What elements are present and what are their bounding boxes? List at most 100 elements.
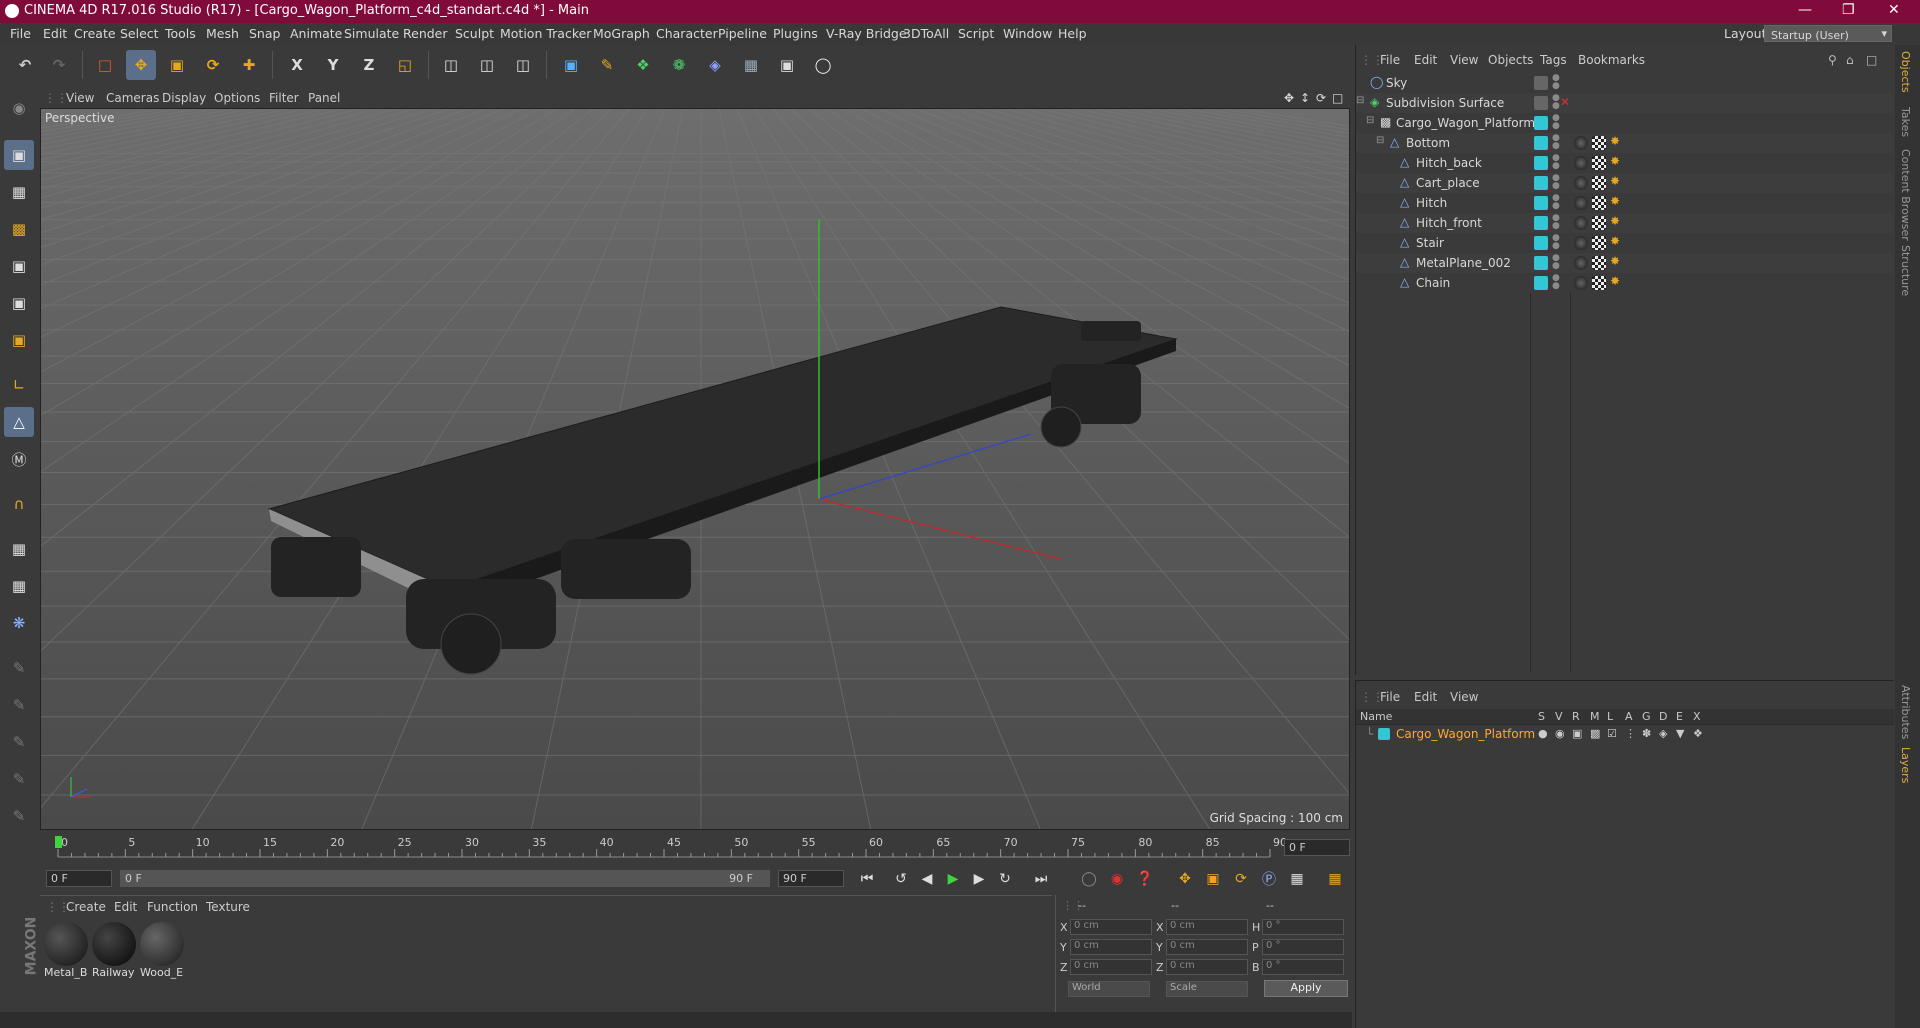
layer-locked-icon[interactable]: ☑ xyxy=(1607,727,1617,740)
uvw-tag-icon[interactable] xyxy=(1592,196,1606,210)
object-name[interactable]: Cart_place xyxy=(1416,176,1480,190)
viewport-menu-display[interactable]: Display xyxy=(162,91,206,105)
tab-takes[interactable]: Takes xyxy=(1899,107,1912,137)
viewport-menu-filter[interactable]: Filter xyxy=(269,91,299,105)
disabled-x-icon[interactable]: ✕ xyxy=(1560,95,1570,109)
layer-name[interactable]: Cargo_Wagon_Platform xyxy=(1396,727,1535,741)
menu-window[interactable]: Window xyxy=(1003,26,1052,41)
key-parameter-icon[interactable]: Ⓟ xyxy=(1258,868,1280,890)
object-row[interactable]: ⊟ ◈ Subdivision Surface ● ● ✕ xyxy=(1356,93,1894,113)
material-tag-icon[interactable] xyxy=(1574,216,1588,230)
size-mode-select[interactable]: Scale xyxy=(1166,981,1248,997)
phong-tag-icon[interactable]: ✸ xyxy=(1610,234,1620,248)
material-swatch[interactable] xyxy=(92,922,136,966)
visibility-dots-icon[interactable]: ● ● xyxy=(1552,134,1560,151)
current-frame-field[interactable]: 0 F xyxy=(1284,839,1350,856)
go-to-start-icon[interactable]: ⏮ xyxy=(856,868,878,890)
menu-character[interactable]: Character xyxy=(656,26,718,41)
points-mode-icon[interactable]: ▣ xyxy=(4,251,34,281)
render-picture-viewer-icon[interactable]: ◫ xyxy=(472,50,502,80)
transform-icon[interactable]: ✚ xyxy=(234,50,264,80)
cloner-icon[interactable]: ❁ xyxy=(664,50,694,80)
uvw-tag-icon[interactable] xyxy=(1592,236,1606,250)
lock-grid-icon[interactable]: ▦ xyxy=(4,534,34,564)
layer-none-icon[interactable] xyxy=(1534,96,1548,110)
coordinate-system-icon[interactable]: ◱ xyxy=(390,50,420,80)
uvw-tag-icon[interactable] xyxy=(1592,256,1606,270)
phong-tag-icon[interactable]: ✸ xyxy=(1610,214,1620,228)
material-tag-icon[interactable] xyxy=(1574,236,1588,250)
brush-settings-icon[interactable]: ✎ xyxy=(4,764,34,794)
object-row[interactable]: △ Hitch_front ● ● ✸ xyxy=(1356,213,1894,233)
rotate-view-icon[interactable]: ⟳ xyxy=(1316,91,1326,105)
menu-file[interactable]: File xyxy=(10,26,31,41)
layer-color-icon[interactable] xyxy=(1534,236,1548,250)
maximize-view-icon[interactable]: □ xyxy=(1332,91,1343,105)
rotate-icon[interactable]: ⟳ xyxy=(198,50,228,80)
uvw-tag-icon[interactable] xyxy=(1592,216,1606,230)
tab-structure[interactable]: Structure xyxy=(1899,245,1912,296)
next-key-icon[interactable]: ↻ xyxy=(994,868,1016,890)
edit-render-settings-icon[interactable]: ◫ xyxy=(508,50,538,80)
object-row[interactable]: △ Hitch ● ● ✸ xyxy=(1356,193,1894,213)
size-y-field[interactable]: 0 cm xyxy=(1166,939,1248,955)
layer-xref-icon[interactable]: ❖ xyxy=(1693,727,1703,740)
apply-button[interactable]: Apply xyxy=(1264,980,1348,997)
visibility-dots-icon[interactable]: ● ● xyxy=(1552,174,1560,191)
layer-solo-icon[interactable]: ● xyxy=(1538,727,1548,740)
uvw-tag-icon[interactable] xyxy=(1592,276,1606,290)
menu-tools[interactable]: Tools xyxy=(165,26,196,41)
menu-3dtoall[interactable]: 3DToAll xyxy=(903,26,949,41)
object-name[interactable]: Subdivision Surface xyxy=(1386,96,1504,110)
brush-icon[interactable]: ✎ xyxy=(4,653,34,683)
brush-r-icon[interactable]: ✎ xyxy=(4,727,34,757)
menu-snap[interactable]: Snap xyxy=(249,26,280,41)
menu-script[interactable]: Script xyxy=(958,26,994,41)
objects-menu-file[interactable]: File xyxy=(1380,53,1400,67)
object-row[interactable]: △ Hitch_back ● ● ✸ xyxy=(1356,153,1894,173)
search-icon[interactable]: ⚲ xyxy=(1828,53,1837,67)
menu-animate[interactable]: Animate xyxy=(290,26,342,41)
make-editable-icon[interactable]: ◉ xyxy=(4,93,34,123)
rotation-b-field[interactable]: 0 ° xyxy=(1262,959,1344,975)
light-icon[interactable]: ◯ xyxy=(808,50,838,80)
object-name[interactable]: Chain xyxy=(1416,276,1450,290)
layer-color-icon[interactable] xyxy=(1534,216,1548,230)
visibility-dots-icon[interactable]: ● ● xyxy=(1552,214,1560,231)
objects-menu-tags[interactable]: Tags xyxy=(1540,53,1567,67)
visibility-dots-icon[interactable]: ● ● xyxy=(1552,194,1560,211)
visibility-dots-icon[interactable]: ● ● xyxy=(1552,254,1560,271)
phong-tag-icon[interactable]: ✸ xyxy=(1610,274,1620,288)
pen-spline-icon[interactable]: ✎ xyxy=(592,50,622,80)
brush-extra-icon[interactable]: ✎ xyxy=(4,801,34,831)
material-menu-function[interactable]: Function xyxy=(147,900,198,914)
menu-vray-bridge[interactable]: V-Ray Bridge xyxy=(826,26,907,41)
uvw-tag-icon[interactable] xyxy=(1592,156,1606,170)
layer-color-icon[interactable] xyxy=(1534,156,1548,170)
object-row[interactable]: ◯ Sky ● ● xyxy=(1356,73,1894,93)
layer-color-icon[interactable] xyxy=(1534,256,1548,270)
layer-visible-manager-icon[interactable]: ▩ xyxy=(1590,727,1600,740)
layer-color-icon[interactable] xyxy=(1534,276,1548,290)
autokey-icon[interactable]: ❓ xyxy=(1134,868,1156,890)
expand-icon[interactable]: ⊟ xyxy=(1376,135,1384,146)
axis-icon[interactable]: ∟ xyxy=(4,370,34,400)
start-frame-field[interactable]: 0 F xyxy=(46,870,112,887)
key-scale-icon[interactable]: ▣ xyxy=(1202,868,1224,890)
key-rotation-icon[interactable]: ⟳ xyxy=(1230,868,1252,890)
objects-menu-objects[interactable]: Objects xyxy=(1488,53,1533,67)
rotation-h-field[interactable]: 0 ° xyxy=(1262,919,1344,935)
position-z-field[interactable]: 0 cm xyxy=(1070,959,1152,975)
object-row[interactable]: △ Stair ● ● ✸ xyxy=(1356,233,1894,253)
key-pla-icon[interactable]: ▦ xyxy=(1286,868,1308,890)
layers-menu-view[interactable]: View xyxy=(1450,690,1478,704)
visibility-dots-icon[interactable]: ● ● xyxy=(1552,94,1560,111)
keyframe-selection-icon[interactable]: ◯ xyxy=(1078,868,1100,890)
material-swatch[interactable] xyxy=(44,922,88,966)
objects-menu-bookmarks[interactable]: Bookmarks xyxy=(1578,53,1645,67)
next-frame-icon[interactable]: ▶ xyxy=(968,868,990,890)
visibility-dots-icon[interactable]: ● ● xyxy=(1552,234,1560,251)
object-row[interactable]: △ Cart_place ● ● ✸ xyxy=(1356,173,1894,193)
material-tag-icon[interactable] xyxy=(1574,276,1588,290)
material-tag-icon[interactable] xyxy=(1574,196,1588,210)
